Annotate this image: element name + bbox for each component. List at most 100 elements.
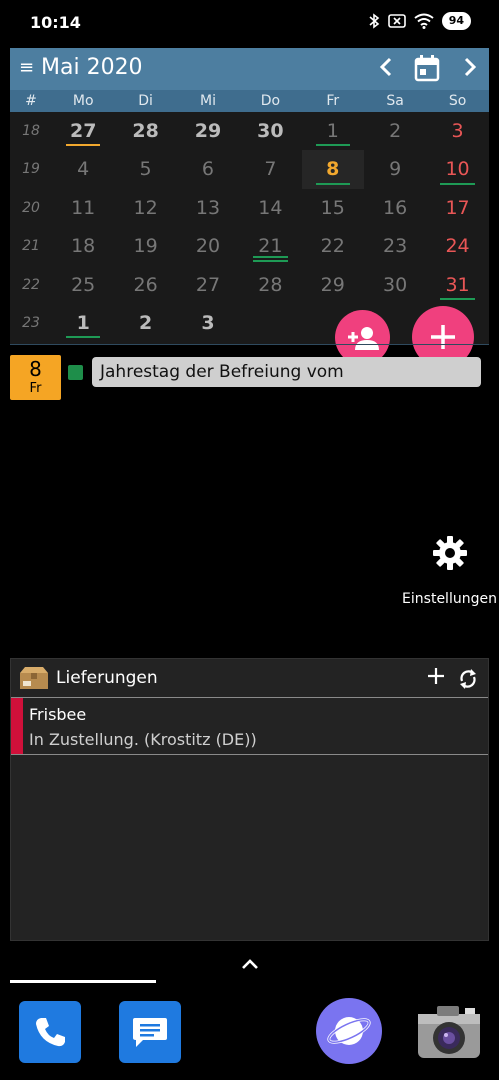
day-number: 31 bbox=[445, 273, 470, 296]
calendar-day[interactable]: 2 bbox=[364, 112, 426, 150]
event-marker bbox=[66, 144, 101, 147]
day-number: 23 bbox=[383, 235, 408, 258]
day-number: 20 bbox=[195, 235, 221, 258]
agenda-date-number: 8 bbox=[29, 357, 42, 381]
day-number: 1 bbox=[76, 311, 90, 334]
delivery-status: In Zustellung. (Krostitz (DE)) bbox=[29, 730, 257, 749]
calendar-day[interactable]: 9 bbox=[364, 150, 426, 188]
plus-icon bbox=[431, 325, 455, 349]
calendar-day[interactable]: 16 bbox=[364, 189, 426, 227]
day-number: 1 bbox=[326, 120, 339, 142]
calendar-day[interactable]: 1 bbox=[302, 112, 364, 150]
day-number: 25 bbox=[71, 273, 96, 296]
previous-month-button[interactable] bbox=[376, 54, 398, 86]
calendar-day[interactable]: 11 bbox=[52, 189, 114, 227]
clock: 10:14 bbox=[30, 13, 81, 32]
deliveries-header: Lieferungen bbox=[11, 659, 488, 698]
calendar-day[interactable]: 28 bbox=[239, 266, 301, 304]
calendar-day[interactable]: 1 bbox=[52, 304, 114, 342]
calendar-day[interactable]: 12 bbox=[114, 189, 176, 227]
calendar-day[interactable]: 27 bbox=[52, 112, 114, 150]
delivery-status-marker bbox=[11, 698, 23, 754]
calendar-day[interactable]: 3 bbox=[177, 304, 239, 342]
calendar-day[interactable]: 23 bbox=[364, 227, 426, 265]
calendar-day[interactable]: 21 bbox=[239, 227, 301, 265]
calendar-day[interactable]: 10 bbox=[426, 150, 488, 188]
agenda-date[interactable]: 8 Fr bbox=[10, 355, 61, 400]
calendar-day[interactable]: 5 bbox=[114, 150, 176, 188]
calendar-day[interactable]: 25 bbox=[52, 266, 114, 304]
event-marker bbox=[66, 336, 101, 339]
day-number: 16 bbox=[383, 196, 408, 219]
calendar-day[interactable]: 30 bbox=[239, 112, 301, 150]
day-number: 27 bbox=[69, 120, 97, 142]
calendar-day[interactable]: 28 bbox=[114, 112, 176, 150]
weekday-label: Di bbox=[138, 93, 153, 109]
day-number: 29 bbox=[320, 273, 345, 296]
add-delivery-button[interactable] bbox=[427, 663, 445, 691]
sync-icon bbox=[460, 669, 476, 689]
messages-app[interactable] bbox=[119, 1001, 181, 1063]
phone-app[interactable] bbox=[19, 1001, 81, 1063]
day-number: 17 bbox=[445, 196, 470, 219]
calendar-day[interactable]: 22 bbox=[302, 227, 364, 265]
calendar-day[interactable]: 3 bbox=[426, 112, 488, 150]
camera-icon bbox=[418, 1006, 480, 1058]
calendar-day[interactable]: 31 bbox=[426, 266, 488, 304]
calendar-day[interactable]: 30 bbox=[364, 266, 426, 304]
day-number: 6 bbox=[201, 158, 215, 181]
month-title[interactable]: Mai 2020 bbox=[41, 55, 143, 80]
calendar-day-today[interactable]: 8 bbox=[301, 150, 364, 189]
calendar-day[interactable]: 17 bbox=[426, 189, 488, 227]
calendar-day[interactable]: 15 bbox=[302, 189, 364, 227]
calendar-day[interactable]: 6 bbox=[177, 150, 239, 188]
day-number: 5 bbox=[139, 158, 152, 181]
camera-app[interactable] bbox=[414, 1001, 484, 1063]
calendar-day[interactable]: 19 bbox=[114, 227, 176, 265]
deliveries-title: Lieferungen bbox=[56, 668, 158, 688]
add-person-icon bbox=[347, 326, 379, 350]
settings-shortcut[interactable]: Einstellungen bbox=[400, 535, 499, 607]
wifi-icon bbox=[414, 13, 434, 29]
internet-app[interactable] bbox=[316, 998, 382, 1064]
day-number: 3 bbox=[451, 120, 464, 142]
phone-icon bbox=[36, 1018, 65, 1047]
calendar-day[interactable]: 20 bbox=[177, 227, 239, 265]
event-marker bbox=[253, 259, 288, 262]
calendar-day[interactable]: 2 bbox=[114, 304, 176, 342]
calendar-day[interactable]: 27 bbox=[177, 266, 239, 304]
calendar-day[interactable]: 7 bbox=[239, 150, 301, 188]
calendar-day[interactable]: 14 bbox=[239, 189, 301, 227]
calendar-day[interactable]: 29 bbox=[302, 266, 364, 304]
chevron-up-icon bbox=[242, 959, 258, 969]
calendar-day[interactable]: 29 bbox=[177, 112, 239, 150]
calendar-grid: 18 27 28 29 30 1 2 3 19 4 5 6 7 8 9 10 2… bbox=[10, 112, 489, 342]
delivery-name: Frisbee bbox=[29, 705, 87, 724]
calendar-day[interactable]: 13 bbox=[177, 189, 239, 227]
app-drawer-button[interactable] bbox=[240, 956, 260, 975]
day-number: 22 bbox=[320, 235, 345, 258]
package-icon bbox=[19, 666, 49, 694]
today-button[interactable] bbox=[414, 54, 440, 86]
agenda-date-day: Fr bbox=[29, 381, 42, 396]
weekday-header: # Mo Di Mi Do Fr Sa So bbox=[10, 90, 489, 112]
bluetooth-icon bbox=[369, 13, 379, 29]
weekday-label: Fr bbox=[326, 93, 340, 109]
calendar-week: 21 18 19 20 21 22 23 24 bbox=[10, 227, 489, 265]
menu-icon[interactable]: ≡ bbox=[19, 57, 34, 78]
deliveries-widget: Lieferungen Frisbee In Zustellung. (Kros… bbox=[10, 658, 489, 941]
calendar-header: ≡ Mai 2020 bbox=[10, 48, 489, 90]
calendar-day[interactable]: 24 bbox=[426, 227, 488, 265]
refresh-button[interactable] bbox=[458, 668, 478, 694]
day-number: 2 bbox=[138, 311, 153, 334]
day-number: 9 bbox=[389, 158, 402, 181]
agenda-event[interactable]: Jahrestag der Befreiung vom bbox=[92, 357, 481, 387]
status-bar: 10:14 94 bbox=[0, 0, 499, 44]
calendar-day[interactable]: 26 bbox=[114, 266, 176, 304]
calendar-day[interactable]: 4 bbox=[52, 150, 114, 188]
next-month-button[interactable] bbox=[458, 54, 480, 86]
day-number: 30 bbox=[257, 120, 284, 142]
calendar-day[interactable]: 18 bbox=[52, 227, 114, 265]
event-marker bbox=[440, 297, 475, 300]
delivery-item[interactable]: Frisbee In Zustellung. (Krostitz (DE)) bbox=[11, 698, 488, 755]
